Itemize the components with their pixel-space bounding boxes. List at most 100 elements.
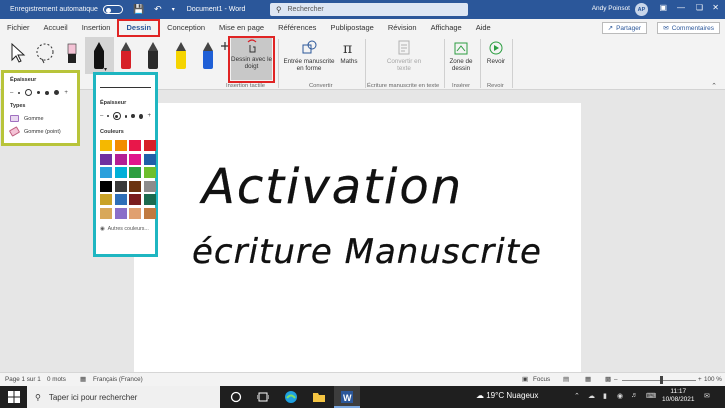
color-swatch[interactable] xyxy=(143,167,156,178)
math-button[interactable]: π Maths xyxy=(337,40,361,65)
title-search-box[interactable]: ⚲ Rechercher xyxy=(270,3,468,16)
pen-red-icon[interactable] xyxy=(121,42,131,72)
color-swatch[interactable] xyxy=(114,167,127,178)
minus-icon[interactable]: – xyxy=(10,90,13,96)
weather-widget[interactable]: ☁ 19°C Nuageux xyxy=(476,391,538,400)
comments-button[interactable]: ✉ Commentaires xyxy=(657,22,720,34)
zoom-slider-thumb[interactable] xyxy=(660,376,663,384)
share-button[interactable]: ↗ Partager xyxy=(601,22,647,34)
pen-blue-icon[interactable] xyxy=(203,42,213,72)
tab-affichage[interactable]: Affichage xyxy=(424,19,469,37)
thickness-dot[interactable] xyxy=(54,90,60,95)
thickness-dot[interactable] xyxy=(107,115,110,117)
thickness-dot[interactable] xyxy=(45,90,50,95)
cortana-icon[interactable] xyxy=(229,390,243,404)
color-swatch[interactable] xyxy=(100,153,112,165)
color-swatch[interactable] xyxy=(143,180,156,192)
color-swatch[interactable] xyxy=(114,180,127,192)
color-swatch[interactable] xyxy=(129,140,141,151)
battery-icon[interactable]: ▮ xyxy=(603,392,607,400)
color-swatch[interactable] xyxy=(129,194,141,205)
lasso-select-icon[interactable] xyxy=(34,42,56,64)
ribbon-display-icon[interactable]: ▣ xyxy=(659,3,667,12)
tab-conception[interactable]: Conception xyxy=(160,19,212,37)
tray-chevron-icon[interactable]: ⌃ xyxy=(574,392,580,400)
more-colors-link[interactable]: ◉ Autres couleurs... xyxy=(100,226,151,232)
save-icon[interactable]: 💾 xyxy=(133,4,144,15)
tab-mise-en-page[interactable]: Mise en page xyxy=(212,19,271,37)
tab-revision[interactable]: Révision xyxy=(381,19,424,37)
color-swatch[interactable] xyxy=(129,207,141,219)
tab-aide[interactable]: Aide xyxy=(469,19,498,37)
focus-icon[interactable]: ▣ xyxy=(522,376,528,383)
thickness-dot-selected[interactable] xyxy=(113,112,121,120)
ink-to-text-button[interactable]: Convertir en texte xyxy=(383,40,425,72)
document-page[interactable]: Activation écriture Manuscrite xyxy=(134,103,581,372)
color-swatch[interactable] xyxy=(129,167,141,178)
color-swatch[interactable] xyxy=(114,207,127,219)
thickness-dot-selected[interactable] xyxy=(25,89,33,96)
color-swatch[interactable] xyxy=(100,167,112,178)
replay-button[interactable]: Revoir xyxy=(483,40,509,65)
collapse-ribbon-icon[interactable]: ⌃ xyxy=(711,82,717,90)
color-swatch[interactable] xyxy=(100,194,112,205)
maximize-icon[interactable]: ❏ xyxy=(696,3,703,12)
color-swatch[interactable] xyxy=(129,153,141,165)
onedrive-icon[interactable]: ☁ xyxy=(588,392,595,400)
language[interactable]: Français (France) xyxy=(93,376,143,383)
print-layout-icon[interactable]: ▦ xyxy=(585,376,591,383)
eraser-type-stroke[interactable]: Gomme xyxy=(10,115,71,122)
pen-thickness-selector[interactable]: – + xyxy=(100,112,151,120)
read-mode-icon[interactable]: ▤ xyxy=(563,376,569,383)
plus-icon[interactable]: + xyxy=(64,90,68,96)
close-icon[interactable]: ✕ xyxy=(712,3,719,12)
color-swatch[interactable] xyxy=(114,153,127,165)
focus-button[interactable]: Focus xyxy=(533,376,550,383)
file-explorer-icon[interactable] xyxy=(312,390,326,404)
network-icon[interactable]: ◉ xyxy=(617,392,623,400)
eraser-tool-icon[interactable] xyxy=(62,43,84,65)
pen-galaxy-icon[interactable] xyxy=(148,42,158,72)
drawing-canvas-button[interactable]: Zone de dessin xyxy=(446,40,476,72)
proofing-icon[interactable]: ▦ xyxy=(80,376,86,383)
zoom-in-icon[interactable]: + xyxy=(698,376,702,383)
tab-references[interactable]: Références xyxy=(271,19,323,37)
avatar[interactable]: AP xyxy=(635,3,648,16)
zoom-level[interactable]: 100 % xyxy=(704,376,722,383)
zoom-out-icon[interactable]: – xyxy=(614,376,618,383)
color-swatch[interactable] xyxy=(143,194,156,205)
volume-icon[interactable]: ♬ xyxy=(631,392,638,399)
thickness-dot[interactable] xyxy=(18,91,21,94)
color-swatch[interactable] xyxy=(129,180,141,192)
minimize-icon[interactable]: — xyxy=(677,3,685,12)
keyboard-icon[interactable]: ⌨ xyxy=(646,392,656,400)
clock[interactable]: 11:17 10/08/2021 xyxy=(662,388,695,404)
web-layout-icon[interactable]: ▩ xyxy=(605,376,611,383)
ink-to-shape-button[interactable]: Entrée manuscrite en forme xyxy=(281,40,337,72)
tab-accueil[interactable]: Accueil xyxy=(37,19,75,37)
thickness-dot[interactable] xyxy=(124,114,128,118)
notifications-icon[interactable]: ✉ xyxy=(704,392,710,400)
autosave-toggle[interactable] xyxy=(102,5,123,14)
plus-icon[interactable]: + xyxy=(147,113,151,119)
task-view-icon[interactable] xyxy=(256,390,270,404)
tab-publipostage[interactable]: Publipostage xyxy=(323,19,380,37)
color-swatch[interactable] xyxy=(114,194,127,205)
word-app-icon[interactable]: W xyxy=(340,390,354,404)
thickness-dot[interactable] xyxy=(37,91,41,94)
thickness-dot[interactable] xyxy=(131,114,135,118)
select-cursor-icon[interactable] xyxy=(10,43,26,63)
edge-browser-icon[interactable] xyxy=(284,390,298,404)
word-count[interactable]: 0 mots xyxy=(47,376,66,383)
minus-icon[interactable]: – xyxy=(100,113,103,119)
draw-with-finger-button[interactable]: Dessin avec le doigt xyxy=(231,38,272,80)
undo-icon[interactable]: ↶ xyxy=(154,4,162,15)
color-swatch[interactable] xyxy=(143,207,156,219)
eraser-type-point[interactable]: Gomme (point) xyxy=(8,126,71,137)
chevron-down-icon[interactable]: ▾ xyxy=(172,6,175,13)
pen-black-icon[interactable] xyxy=(94,42,104,72)
page-count[interactable]: Page 1 sur 1 xyxy=(5,376,41,383)
color-swatch[interactable] xyxy=(143,140,156,151)
tab-fichier[interactable]: Fichier xyxy=(0,19,37,37)
color-swatch[interactable] xyxy=(100,140,112,151)
